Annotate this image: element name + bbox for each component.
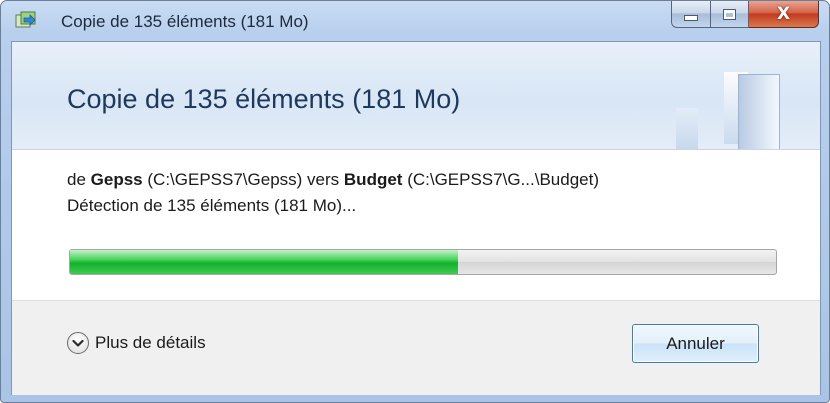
progress-fill — [70, 250, 459, 274]
close-button[interactable]: X — [749, 1, 819, 28]
destination-folder-path: (C:\GEPSS7\G...\Budget) — [407, 170, 599, 189]
window-title: Copie de 135 éléments (181 Mo) — [61, 12, 309, 31]
title-bar[interactable]: Copie de 135 éléments (181 Mo) X — [1, 1, 829, 41]
minimize-icon — [684, 15, 698, 21]
transfer-source-destination: de Gepss (C:\GEPSS7\Gepss) vers Budget (… — [67, 170, 599, 190]
from-prefix: de — [67, 170, 86, 189]
minimize-button[interactable] — [671, 1, 711, 28]
maximize-button[interactable] — [711, 1, 749, 28]
close-icon: X — [776, 4, 791, 24]
file-copy-icon — [15, 11, 36, 28]
copy-progress-bar — [69, 249, 777, 275]
maximize-icon — [723, 8, 736, 20]
cancel-button[interactable]: Annuler — [632, 324, 759, 363]
dialog-footer: Plus de détails Annuler — [12, 300, 820, 395]
header-decoration — [738, 74, 780, 149]
window-controls: X — [671, 1, 819, 29]
source-folder-path: (C:\GEPSS7\Gepss) — [147, 170, 303, 189]
dialog-heading: Copie de 135 éléments (181 Mo) — [67, 84, 461, 114]
copy-dialog-window: Copie de 135 éléments (181 Mo) X Copie d… — [0, 0, 830, 403]
header-decoration — [676, 108, 698, 149]
chevron-down-icon — [67, 332, 89, 354]
dialog-header: Copie de 135 éléments (181 Mo) — [12, 42, 820, 150]
dialog-client-area: Copie de 135 éléments (181 Mo) de Gepss … — [11, 41, 821, 395]
more-details-toggle[interactable]: Plus de détails — [67, 330, 206, 356]
source-folder-name[interactable]: Gepss — [91, 170, 143, 189]
to-word: vers — [307, 170, 340, 189]
destination-folder-name[interactable]: Budget — [344, 170, 403, 189]
more-details-label: Plus de détails — [95, 333, 206, 352]
status-text: Détection de 135 éléments (181 Mo)... — [67, 196, 357, 215]
